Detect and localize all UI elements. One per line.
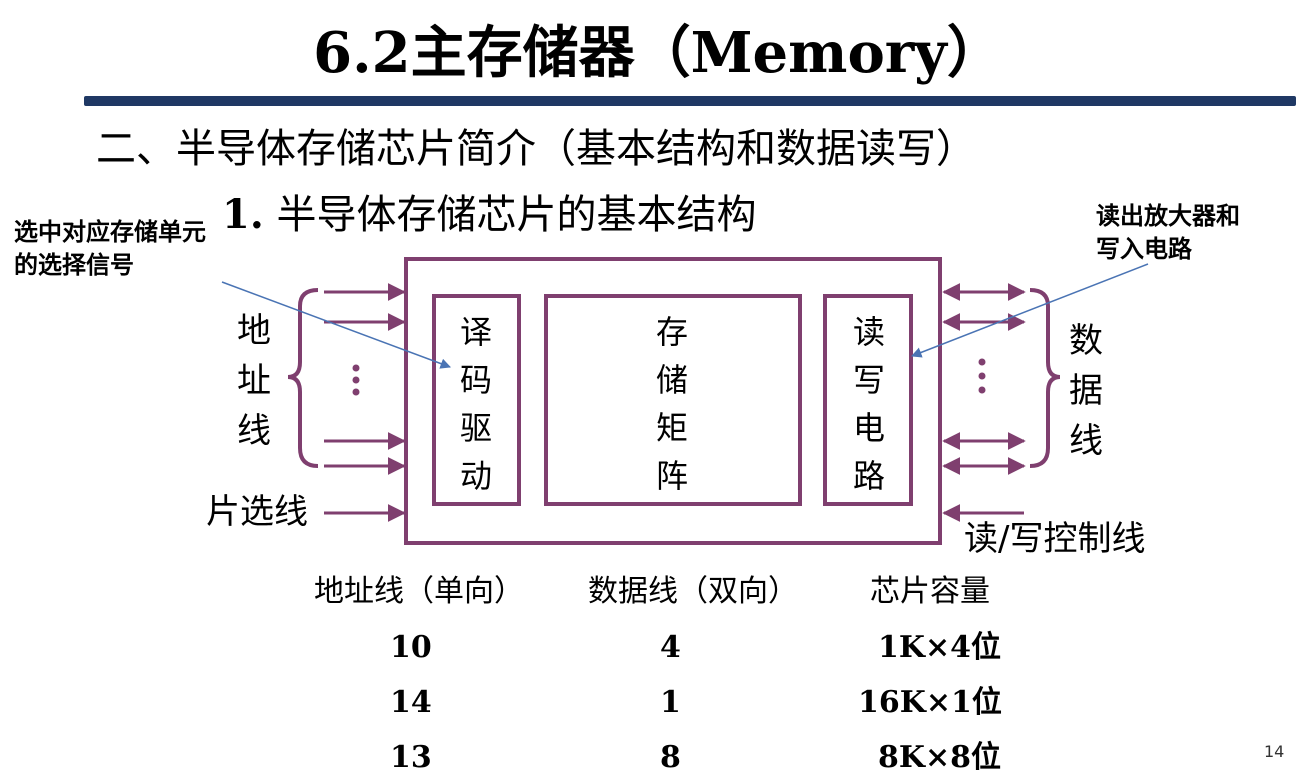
rw-control-label: 读/写控制线 xyxy=(964,519,1146,559)
table-cell-address: 10 xyxy=(390,630,432,665)
chip-select-label: 片选线 xyxy=(206,492,308,532)
table-header-capacity: 芯片容量 xyxy=(870,574,990,609)
table-cell-address: 14 xyxy=(390,685,432,720)
table-cell-capacity: 8K×8位 xyxy=(878,740,1001,775)
decoder-label: 译码驱动 xyxy=(459,313,492,495)
table-header-data: 数据线（双向） xyxy=(588,574,798,609)
table-cell-address: 13 xyxy=(390,740,432,775)
address-ellipsis xyxy=(352,364,360,396)
table-header-address: 地址线（单向） xyxy=(314,574,524,609)
table-cell-capacity: 1K×4位 xyxy=(878,630,1001,665)
rw-circuit-label: 读写电路 xyxy=(852,313,885,495)
pointer-arrow-right xyxy=(911,263,1149,358)
data-ellipsis xyxy=(978,358,986,394)
table-cell-data: 8 xyxy=(660,740,681,775)
table-cell-capacity: 16K×1位 xyxy=(858,685,1002,720)
matrix-label: 存储矩阵 xyxy=(655,313,688,495)
page-number: 14 xyxy=(1264,742,1285,761)
data-arrows xyxy=(942,283,1026,522)
table-cell-data: 4 xyxy=(660,630,681,665)
address-lines-label: 地址线 xyxy=(237,311,271,451)
data-lines-label: 数据线 xyxy=(1069,321,1103,461)
data-brace xyxy=(1029,288,1061,468)
table-cell-data: 1 xyxy=(660,685,681,720)
